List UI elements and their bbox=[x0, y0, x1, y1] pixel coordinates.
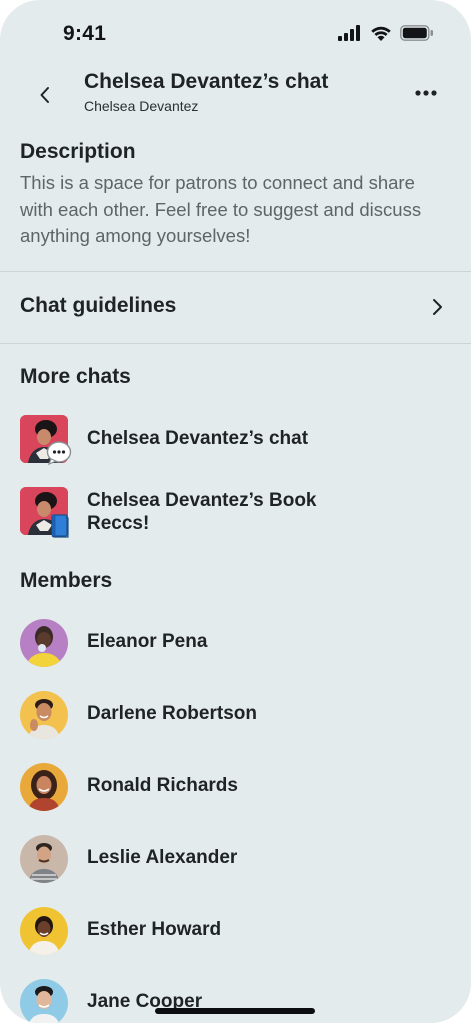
chat-thumbnail bbox=[20, 415, 72, 465]
chat-header: Chelsea Devantez’s chat Chelsea Devantez bbox=[0, 60, 471, 124]
back-button[interactable] bbox=[30, 80, 60, 110]
book-icon bbox=[51, 514, 69, 538]
home-indicator[interactable] bbox=[155, 1008, 315, 1014]
divider bbox=[0, 343, 471, 344]
chat-name: Chelsea Devantez’s Book Reccs! bbox=[87, 490, 317, 534]
ellipsis-icon bbox=[415, 90, 437, 96]
avatar bbox=[20, 619, 68, 667]
chat-bubble-icon bbox=[46, 441, 72, 465]
members-heading: Members bbox=[20, 569, 113, 592]
member-name: Leslie Alexander bbox=[87, 847, 238, 868]
member-row[interactable]: Leslie Alexander bbox=[0, 835, 471, 887]
chevron-right-icon bbox=[433, 299, 442, 315]
avatar bbox=[20, 907, 68, 955]
status-icons bbox=[338, 25, 434, 45]
battery-icon bbox=[400, 25, 433, 41]
member-name: Eleanor Pena bbox=[87, 631, 208, 652]
chat-name: Chelsea Devantez’s chat bbox=[87, 428, 309, 449]
member-row[interactable]: Eleanor Pena bbox=[0, 619, 471, 671]
chat-guidelines-label: Chat guidelines bbox=[20, 294, 177, 317]
chat-item[interactable]: Chelsea Devantez’s chat bbox=[0, 415, 471, 475]
chat-item[interactable]: Chelsea Devantez’s Book Reccs! bbox=[0, 487, 471, 547]
member-name: Esther Howard bbox=[87, 919, 222, 940]
avatar bbox=[20, 835, 68, 883]
cellular-signal-icon bbox=[338, 25, 360, 41]
member-row[interactable]: Darlene Robertson bbox=[0, 691, 471, 743]
member-row[interactable]: Jane Cooper bbox=[0, 979, 471, 1023]
chat-thumbnail bbox=[20, 487, 69, 538]
member-row[interactable]: Ronald Richards bbox=[0, 763, 471, 815]
wifi-icon bbox=[371, 26, 391, 41]
member-name: Darlene Robertson bbox=[87, 703, 257, 724]
avatar bbox=[20, 979, 68, 1023]
chat-guidelines-row[interactable]: Chat guidelines bbox=[0, 272, 471, 343]
more-options-button[interactable] bbox=[408, 80, 444, 106]
more-chats-heading: More chats bbox=[20, 365, 131, 388]
chevron-left-icon bbox=[40, 87, 49, 103]
description-heading: Description bbox=[20, 140, 136, 163]
avatar bbox=[20, 763, 68, 811]
member-name: Ronald Richards bbox=[87, 775, 238, 796]
avatar bbox=[20, 691, 68, 739]
page-title: Chelsea Devantez’s chat bbox=[84, 70, 329, 93]
member-row[interactable]: Esther Howard bbox=[0, 907, 471, 959]
description-text: This is a space for patrons to connect a… bbox=[20, 172, 422, 246]
status-time: 9:41 bbox=[63, 22, 107, 45]
page-subtitle: Chelsea Devantez bbox=[84, 98, 199, 114]
app-screen: 9:41 Chelsea Devantez’s chat Chelsea Dev… bbox=[0, 0, 471, 1023]
